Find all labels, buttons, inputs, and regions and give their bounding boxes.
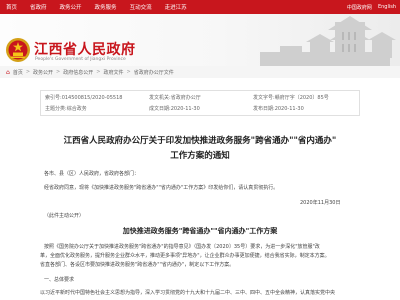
article-sign-date: 2020年11月30日 bbox=[300, 200, 341, 206]
breadcrumb-docs[interactable]: 政府文件 bbox=[103, 69, 123, 76]
site-title[interactable]: 江西省人民政府 bbox=[34, 39, 136, 59]
article-body-2c: 省直各部门、各设区市要加快推进政务服务"跨省通办""省内通办"，制定以下工作方案… bbox=[40, 262, 235, 268]
article-body-2b: 革，全面优化政务服务，提升服务企业群众水平，推动更多事项"异地办"，让企业群众办… bbox=[40, 253, 330, 259]
article-body-2a: 按照《国务院办公厅关于加快推进政务服务"跨省通办"的指导意见》（国办发〔2020… bbox=[44, 244, 320, 250]
article-body-3: 以习近平新时代中国特色社会主义思想为指导，深入学习贯彻党的十九大和十九届二中、三… bbox=[40, 290, 336, 296]
article-greeting: 各市、县（区）人民政府，省政府各部门： bbox=[44, 171, 140, 177]
lang-links: 中国政府网 English bbox=[347, 0, 396, 14]
breadcrumb-home[interactable]: 首页 bbox=[13, 69, 23, 76]
meta-pub-date: 发布日期:2020-11-30 bbox=[253, 106, 304, 112]
article-subtitle: 加快推进政务服务"跨省通办""省内通办"工作方案 bbox=[122, 227, 278, 235]
article-title-line1: 江西省人民政府办公厅关于印发加快推进政务服务"跨省通办""省内通办" bbox=[63, 136, 337, 146]
national-emblem-icon[interactable] bbox=[5, 37, 31, 63]
site-subtitle: People's Government of Jiangxi Province bbox=[35, 57, 126, 62]
nav-item-public[interactable]: 政务公开 bbox=[60, 3, 82, 11]
nav-item-service[interactable]: 政务服务 bbox=[95, 3, 117, 11]
article-section-1: 一、总体要求 bbox=[44, 277, 75, 283]
home-icon: ⌂ bbox=[6, 68, 10, 76]
nav-item-government[interactable]: 省政府 bbox=[30, 3, 47, 11]
nav-item-about[interactable]: 走进江苏 bbox=[165, 3, 187, 11]
header-banner: 江西省人民政府 People's Government of Jiangxi P… bbox=[0, 14, 400, 66]
nav-item-home[interactable]: 首页 bbox=[6, 3, 17, 11]
top-nav: 首页 省政府 政务公开 政务服务 互动交流 走进江苏 中国政府网 English bbox=[0, 0, 400, 14]
meta-org: 发文机关:省政府办公厅 bbox=[149, 95, 201, 101]
breadcrumb-public[interactable]: 政务公开 bbox=[33, 69, 53, 76]
meta-doc-no: 发文字号:赣府厅字〔2020〕85号 bbox=[253, 95, 329, 101]
article-note: （此件主动公开） bbox=[44, 213, 85, 219]
meta-category: 主题分类:综合政务 bbox=[45, 106, 87, 112]
link-english[interactable]: English bbox=[378, 4, 396, 10]
document-meta: 索引号:014500815/2020-05518 发文机关:省政府办公厅 发文字… bbox=[40, 90, 360, 116]
meta-index: 索引号:014500815/2020-05518 bbox=[45, 95, 123, 101]
breadcrumb-info[interactable]: 政府信息公开 bbox=[63, 69, 93, 76]
link-gov-cn[interactable]: 中国政府网 bbox=[347, 4, 372, 11]
article-body-1: 经省政府同意，现将《加快推进政务服务"跨省通办""省内通办"工作方案》印发给你们… bbox=[44, 185, 279, 191]
pavilion-illustration bbox=[260, 16, 396, 66]
breadcrumb: ⌂ 首页 > 政务公开 > 政府信息公开 > 政府文件 > 省政府办公厅文件 bbox=[0, 66, 400, 78]
meta-date: 成文日期:2020-11-30 bbox=[149, 106, 200, 112]
article-title-line2: 工作方案的通知 bbox=[170, 151, 230, 161]
breadcrumb-office-docs[interactable]: 省政府办公厅文件 bbox=[134, 69, 174, 76]
nav-item-interaction[interactable]: 互动交流 bbox=[130, 3, 152, 11]
